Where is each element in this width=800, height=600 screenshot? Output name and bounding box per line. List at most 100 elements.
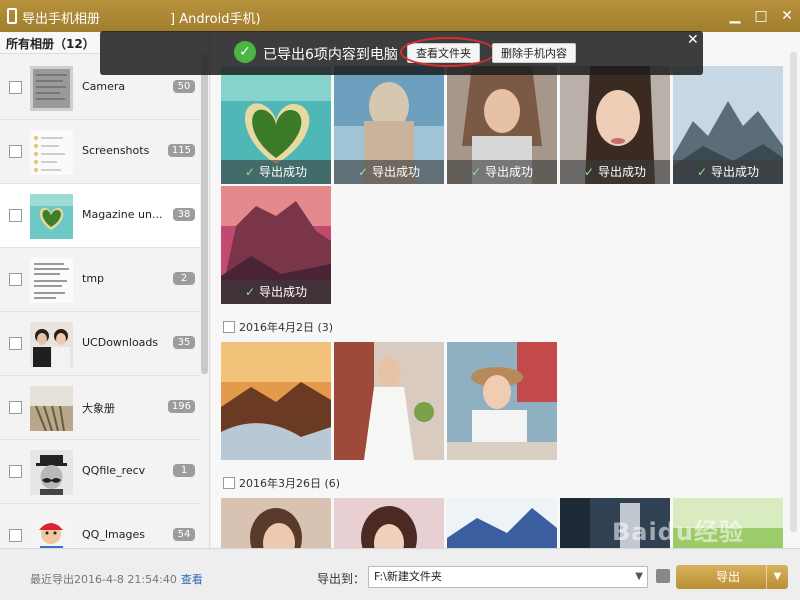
album-thumbnail	[30, 386, 73, 431]
group-checkbox[interactable]	[223, 321, 235, 333]
export-path-select[interactable]: F:\新建文件夹 ▼	[368, 566, 648, 588]
album-item-screenshots[interactable]: Screenshots 115	[0, 120, 200, 184]
export-success-overlay: ✓ 导出成功	[221, 160, 331, 184]
album-checkbox[interactable]	[9, 81, 22, 94]
album-count-badge: 196	[167, 400, 195, 413]
highlight-oval	[400, 37, 496, 67]
album-checkbox[interactable]	[9, 337, 22, 350]
album-thumbnail	[30, 130, 73, 175]
album-item-tmp[interactable]: tmp 2	[0, 248, 200, 312]
gallery-scrollbar[interactable]	[790, 52, 797, 532]
date-group-label: 2016年4月2日 (3)	[239, 321, 334, 334]
album-count-badge: 38	[173, 208, 195, 221]
album-checkbox[interactable]	[9, 273, 22, 286]
photo-tile[interactable]: ✓ 导出成功	[673, 66, 783, 184]
export-button[interactable]: 导出 ▼	[676, 565, 788, 589]
album-item-magazine[interactable]: Magazine un... 38	[0, 184, 200, 248]
maximize-button[interactable]: □	[752, 7, 770, 25]
album-thumbnail	[30, 514, 73, 548]
photo-tile[interactable]: ✓ 导出成功	[560, 66, 670, 184]
photo-tile[interactable]: ✓ 导出成功	[221, 186, 331, 304]
album-checkbox[interactable]	[9, 209, 22, 222]
album-name: QQ_Images	[82, 528, 145, 541]
export-options-dropdown-icon[interactable]: ▼	[766, 565, 788, 589]
album-item-qqfile-recv[interactable]: QQfile_recv 1	[0, 440, 200, 504]
album-name: tmp	[82, 272, 105, 285]
album-sidebar: 所有相册（12） Camera 50 Screenshots 115 Magaz…	[0, 32, 210, 548]
last-export-info: 最近导出2016-4-8 21:54:40 查看	[30, 571, 203, 587]
album-item-ucdownloads[interactable]: UCDownloads 35	[0, 312, 200, 376]
photo-tile[interactable]	[221, 342, 331, 460]
album-thumbnail	[30, 450, 73, 495]
title-bar: 导出手机相册 ] Android手机) ▁ □ ✕	[0, 0, 800, 32]
window-title: 导出手机相册	[22, 12, 101, 27]
photo-gallery: ✓ 导出成功 ✓ 导出成功 ✓ 导出成功 ✓ 导出成功 ✓ 导出成功 ✓ 导出成功 2016…	[211, 32, 800, 548]
photo-tile[interactable]: ✓ 导出成功	[447, 66, 557, 184]
album-name: Camera	[82, 80, 126, 93]
export-success-overlay: ✓ 导出成功	[334, 160, 444, 184]
album-thumbnail	[30, 322, 73, 367]
check-icon: ✓	[470, 165, 482, 179]
export-to-label: 导出到：	[317, 572, 366, 586]
bottom-bar: 最近导出2016-4-8 21:54:40 查看 导出到： F:\新建文件夹 ▼ 导…	[0, 548, 800, 600]
success-check-icon: ✓	[234, 41, 256, 63]
photo-tile[interactable]	[447, 342, 557, 460]
notification-message: 已导出6项内容到电脑	[263, 47, 398, 63]
album-checkbox[interactable]	[9, 465, 22, 478]
phone-icon	[7, 8, 17, 24]
export-success-label: 导出成功	[485, 165, 534, 179]
album-count-badge: 2	[173, 272, 195, 285]
baidu-watermark: Baidu经验	[612, 518, 744, 546]
photo-tile[interactable]	[221, 498, 331, 548]
date-group-title[interactable]: 2016年3月26日 (6)	[223, 475, 340, 491]
date-group-title[interactable]: 2016年4月2日 (3)	[223, 319, 333, 335]
photo-tile[interactable]: ✓ 导出成功	[334, 66, 444, 184]
photo-tile[interactable]	[447, 498, 557, 548]
close-window-button[interactable]: ✕	[778, 7, 796, 25]
check-icon: ✓	[244, 285, 256, 299]
photo-tile[interactable]: ✓ 导出成功	[221, 66, 331, 184]
album-count-badge: 50	[173, 80, 195, 93]
check-icon: ✓	[357, 165, 369, 179]
export-success-overlay: ✓ 导出成功	[673, 160, 783, 184]
delete-phone-content-button[interactable]: 删除手机内容	[492, 43, 576, 63]
album-thumbnail	[30, 194, 73, 239]
photo-tile[interactable]	[334, 342, 444, 460]
minimize-button[interactable]: ▁	[726, 7, 744, 25]
export-success-overlay: ✓ 导出成功	[560, 160, 670, 184]
export-success-overlay: ✓ 导出成功	[221, 280, 331, 304]
export-success-label: 导出成功	[372, 165, 421, 179]
export-success-label: 导出成功	[711, 165, 760, 179]
check-icon: ✓	[696, 165, 708, 179]
album-item-qq-images[interactable]: QQ_Images 54	[0, 504, 200, 548]
last-export-text: 最近导出2016-4-8 21:54:40	[30, 573, 177, 586]
chevron-down-icon[interactable]: ▼	[635, 567, 643, 587]
export-success-overlay: ✓ 导出成功	[447, 160, 557, 184]
browse-folder-icon[interactable]	[656, 569, 670, 583]
album-checkbox[interactable]	[9, 529, 22, 542]
export-path-value: F:\新建文件夹	[374, 570, 442, 583]
album-name: Magazine un...	[82, 208, 163, 221]
export-success-label: 导出成功	[259, 165, 308, 179]
group-checkbox[interactable]	[223, 477, 235, 489]
album-checkbox[interactable]	[9, 145, 22, 158]
check-icon: ✓	[583, 165, 595, 179]
album-count-badge: 1	[173, 464, 195, 477]
album-count-badge: 115	[167, 144, 195, 157]
view-last-export-link[interactable]: 查看	[181, 573, 203, 586]
album-item-daxiangce[interactable]: 大象册 196	[0, 376, 200, 440]
album-count-badge: 35	[173, 336, 195, 349]
check-icon: ✓	[244, 165, 256, 179]
album-checkbox[interactable]	[9, 401, 22, 414]
album-name: QQfile_recv	[82, 464, 146, 477]
close-notification-icon[interactable]: ✕	[687, 32, 699, 48]
export-button-label: 导出	[716, 570, 741, 584]
sidebar-scrollbar[interactable]	[201, 54, 208, 374]
photo-tile[interactable]	[334, 498, 444, 548]
export-notification: ✓ 已导出6项内容到电脑 查看文件夹 删除手机内容 ✕	[100, 31, 703, 75]
device-name: ] Android手机)	[170, 12, 261, 27]
album-name: UCDownloads	[82, 336, 159, 349]
export-success-label: 导出成功	[259, 285, 308, 299]
album-thumbnail	[30, 258, 73, 303]
album-name: Screenshots	[82, 144, 150, 157]
